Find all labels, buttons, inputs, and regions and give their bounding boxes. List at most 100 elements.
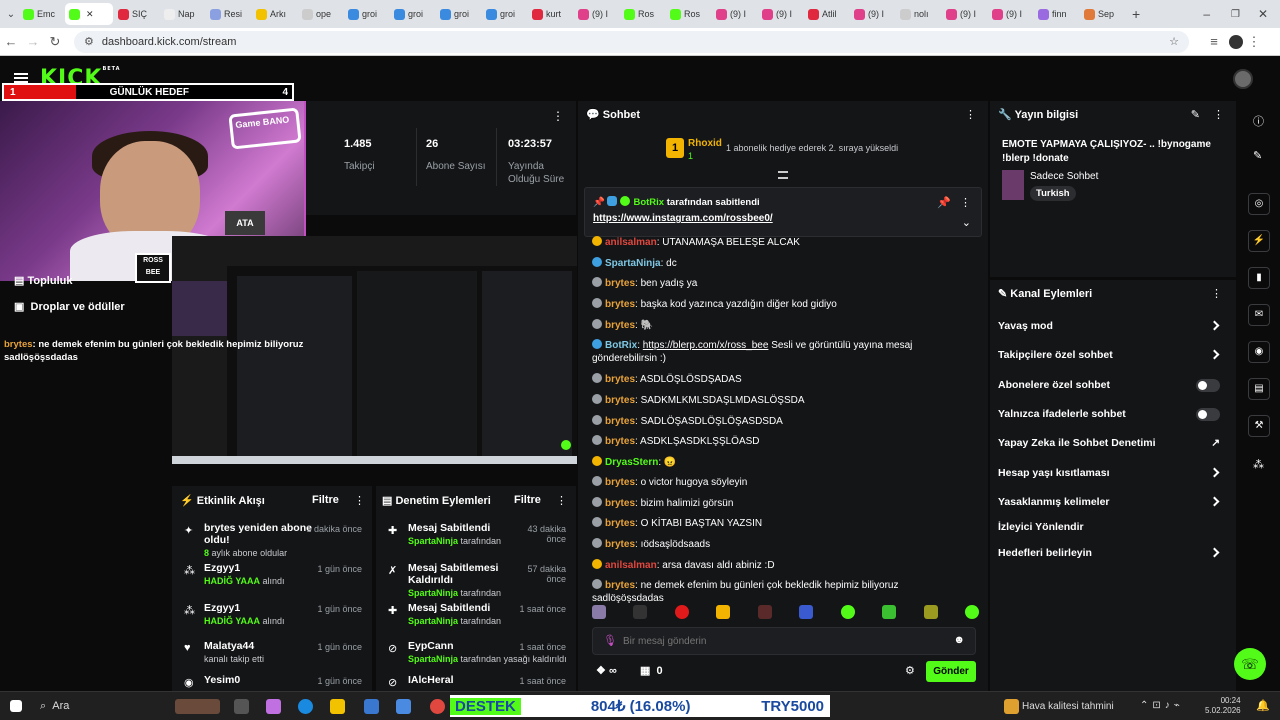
forward-icon[interactable]: → (22, 34, 44, 49)
message-icon[interactable]: ✉ (1248, 304, 1270, 326)
wrench-icon[interactable]: ⚒ (1248, 415, 1270, 437)
toggle-switch[interactable] (1196, 379, 1220, 392)
browser-tab[interactable]: Sep (1080, 3, 1125, 25)
chat-username[interactable]: anilsalman (605, 560, 657, 571)
channel-action-row[interactable]: Abonelere özel sohbet (998, 379, 1228, 392)
channel-action-row[interactable]: Hedefleri belirleyin (998, 547, 1228, 559)
close-tab-icon[interactable]: ✕ (86, 9, 94, 20)
pencil-icon[interactable]: ✎ (1253, 149, 1262, 162)
edge-icon[interactable] (298, 699, 313, 714)
emote-icon[interactable] (964, 605, 979, 619)
browser-tab[interactable]: (9) I (988, 3, 1033, 25)
emote-icon[interactable] (633, 605, 648, 619)
activity-more-icon[interactable]: ⋮ (354, 494, 365, 507)
channel-points[interactable]: ❖ ∞ (596, 664, 617, 677)
chat-username[interactable]: brytes (605, 374, 635, 385)
support-chat-button[interactable]: ☏ (1234, 648, 1266, 680)
notification-icon[interactable]: 🔔 (1256, 699, 1270, 712)
chat-username[interactable]: brytes (605, 278, 635, 289)
browser-tab[interactable]: ope (298, 3, 343, 25)
note-icon[interactable]: ▮ (1248, 267, 1270, 289)
stream-info-more-icon[interactable]: ⋮ (1213, 108, 1224, 121)
channel-action-row[interactable]: Yasaklanmış kelimeler (998, 496, 1228, 508)
collapse-handle-icon[interactable] (778, 171, 788, 179)
chat-username[interactable]: brytes (605, 477, 635, 488)
browser-tab[interactable]: kurt (528, 3, 573, 25)
chat-message[interactable]: brytes: ben yadış ya (592, 277, 972, 290)
chat-message[interactable]: brytes: ASDKLŞASDKLŞŞLÖASD (592, 435, 972, 448)
chat-username[interactable]: brytes (605, 498, 635, 509)
url-field[interactable]: ⚙ dashboard.kick.com/stream ☆ (74, 30, 1189, 53)
browser-tab[interactable]: groi (436, 3, 481, 25)
unpin-icon[interactable]: 📌 (937, 196, 951, 209)
channel-action-row[interactable]: Yavaş mod (998, 320, 1228, 332)
browser-tab[interactable]: Ros (620, 3, 665, 25)
chat-settings-icon[interactable]: ⚙ (905, 664, 915, 677)
weather-text[interactable]: Hava kalitesi tahmini (1022, 701, 1114, 712)
chat-message[interactable]: brytes: başka kod yazınca yazdığın diğer… (592, 298, 972, 311)
extensions-icon[interactable]: ≡ (1203, 34, 1225, 49)
toggle-switch[interactable] (1196, 408, 1220, 421)
chat-message[interactable]: brytes: O KİTABI BAŞTAN YAZSIN (592, 517, 972, 530)
close-window-icon[interactable]: ✕ (1258, 7, 1268, 21)
chat-message[interactable]: anilsalman: UTANAMAŞA BELEŞE ALCAK (592, 236, 972, 249)
emote-icon[interactable] (716, 605, 731, 619)
chat-message[interactable]: brytes: o victor hugoya söyleyin (592, 476, 972, 489)
browser-tab[interactable]: Atlil (804, 3, 849, 25)
chat-username[interactable]: brytes (605, 299, 635, 310)
chat-username[interactable]: SpartaNinja (605, 258, 661, 269)
browser-tab[interactable]: (9) I (574, 3, 619, 25)
taskbar-search[interactable]: ⌕ Ara (40, 700, 69, 713)
bookmark-star-icon[interactable]: ☆ (1169, 35, 1179, 48)
store-icon[interactable] (364, 699, 379, 714)
minimize-icon[interactable]: – (1203, 7, 1210, 21)
activity-filter-button[interactable]: Filtre (312, 494, 339, 506)
emote-icon[interactable] (592, 605, 606, 619)
channel-action-row[interactable]: Yalnızca ifadelerle sohbet (998, 408, 1228, 421)
profile-avatar[interactable] (1229, 34, 1243, 49)
chat-message[interactable]: brytes: SADLÖŞASDLÖŞLÖŞASDSDA (592, 415, 972, 428)
category-name[interactable]: Sadece Sohbet (1030, 171, 1098, 182)
chat-link[interactable]: https://blerp.com/x/ross_bee (643, 340, 769, 351)
tab-list-icon[interactable]: ⌄ (4, 9, 18, 20)
flash-icon[interactable]: ⚡ (1248, 230, 1270, 252)
emote-icon[interactable] (882, 605, 897, 619)
mic-icon[interactable]: 🎙 (603, 634, 617, 647)
emote-icon[interactable] (923, 605, 938, 619)
chat-username[interactable]: BotRix (605, 340, 637, 351)
expand-chevron-icon[interactable]: ⌄ (962, 216, 971, 229)
chat-input[interactable] (623, 632, 933, 650)
chat-message[interactable]: DryasStern: 😠 (592, 456, 972, 469)
chat-username[interactable]: brytes (605, 416, 635, 427)
user-avatar[interactable] (1233, 69, 1253, 89)
sidebar-item-drops[interactable]: ▣ Droplar ve ödüller (14, 300, 125, 313)
chat-username[interactable]: brytes (605, 539, 635, 550)
emote-icon[interactable] (840, 605, 855, 619)
target-icon[interactable]: ◎ (1248, 193, 1270, 215)
browser-tab[interactable]: (9) I (758, 3, 803, 25)
maximize-icon[interactable]: ❐ (1231, 9, 1240, 20)
task-view-icon[interactable] (234, 699, 249, 714)
chat-message[interactable]: brytes: 🐘 (592, 319, 972, 332)
chat-message[interactable]: brytes: bizim halimizi görsün (592, 497, 972, 510)
chat-message[interactable]: brytes: ne demek efenim bu günleri çok b… (592, 579, 972, 605)
browser-tab[interactable]: groi (344, 3, 389, 25)
chat-more-icon[interactable]: ⋮ (965, 108, 976, 121)
tray-icons[interactable]: ⌃⊡♪⌁ (1140, 700, 1184, 711)
browser-tab[interactable]: (9) I (850, 3, 895, 25)
browser-tab[interactable]: Arkı (252, 3, 297, 25)
chat-username[interactable]: DryasStern (605, 457, 658, 468)
moderation-filter-button[interactable]: Filtre (514, 494, 541, 506)
chat-username[interactable]: brytes (605, 395, 635, 406)
browser-tab[interactable]: ✕ (65, 3, 113, 25)
gift-username[interactable]: Rhoxid (688, 138, 722, 149)
site-info-icon[interactable]: ⚙ (84, 35, 94, 48)
channel-action-row[interactable]: İzleyici Yönlendir (998, 521, 1228, 533)
clock[interactable]: 00:24 5.02.2026 (1205, 696, 1241, 716)
emote-icon[interactable] (674, 605, 689, 619)
browser-tab[interactable]: SIÇ (114, 3, 159, 25)
emoji-icon[interactable]: ☻ (953, 634, 965, 646)
browser-tab[interactable]: Ros (666, 3, 711, 25)
info-icon[interactable]: ⓘ (1253, 113, 1264, 129)
browser-tab[interactable]: nolı (896, 3, 941, 25)
